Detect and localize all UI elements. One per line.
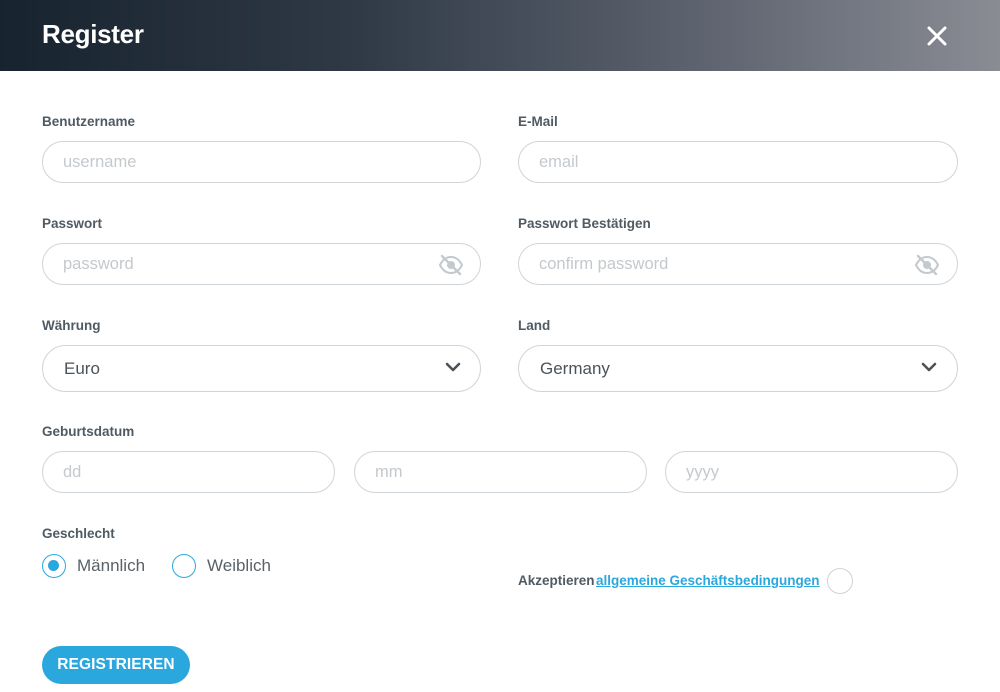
- confirm-password-field-wrapper: [518, 243, 958, 285]
- username-input[interactable]: [63, 142, 463, 182]
- register-modal: Register Benutzername E-Mail Passwort Pa…: [0, 0, 1000, 692]
- male-radio[interactable]: [42, 554, 66, 578]
- birth-day-field-wrapper: [42, 451, 335, 493]
- confirm-password-label: Passwort Bestätigen: [518, 216, 651, 231]
- password-field-wrapper: [42, 243, 481, 285]
- chevron-down-icon: [921, 362, 937, 372]
- password-label: Passwort: [42, 216, 103, 231]
- terms-link[interactable]: allgemeine Geschäftsbedingungen: [596, 573, 820, 588]
- terms-checkbox[interactable]: [827, 568, 853, 594]
- male-radio-label: Männlich: [77, 556, 146, 575]
- close-icon: [927, 26, 947, 46]
- username-field-wrapper: [42, 141, 481, 183]
- gender-option-female[interactable]: Weiblich: [172, 554, 271, 578]
- close-button[interactable]: [920, 19, 954, 53]
- modal-header: Register: [0, 0, 1000, 71]
- currency-select[interactable]: Euro: [42, 345, 481, 392]
- confirm-password-input[interactable]: [539, 244, 899, 284]
- birth-day-input[interactable]: [63, 452, 313, 492]
- country-label: Land: [518, 318, 551, 333]
- chevron-down-icon: [445, 362, 461, 372]
- female-radio[interactable]: [172, 554, 196, 578]
- country-selected-value: Germany: [540, 359, 610, 378]
- email-input[interactable]: [539, 142, 939, 182]
- username-label: Benutzername: [42, 114, 136, 129]
- gender-option-male[interactable]: Männlich: [42, 554, 145, 578]
- eye-slash-icon[interactable]: [914, 254, 940, 276]
- email-label: E-Mail: [518, 114, 558, 129]
- currency-label: Währung: [42, 318, 101, 333]
- currency-selected-value: Euro: [64, 359, 100, 378]
- country-select[interactable]: Germany: [518, 345, 958, 392]
- terms-prefix: Akzeptieren: [518, 573, 595, 588]
- password-input[interactable]: [63, 244, 423, 284]
- gender-label: Geschlecht: [42, 526, 115, 541]
- email-field-wrapper: [518, 141, 958, 183]
- register-button[interactable]: REGISTRIEREN: [42, 646, 190, 684]
- modal-title: Register: [42, 19, 144, 49]
- birth-month-field-wrapper: [354, 451, 647, 493]
- birthdate-label: Geburtsdatum: [42, 424, 135, 439]
- birth-year-input[interactable]: [686, 452, 936, 492]
- female-radio-label: Weiblich: [207, 556, 271, 575]
- birth-year-field-wrapper: [665, 451, 958, 493]
- eye-slash-icon[interactable]: [438, 254, 464, 276]
- birth-month-input[interactable]: [375, 452, 625, 492]
